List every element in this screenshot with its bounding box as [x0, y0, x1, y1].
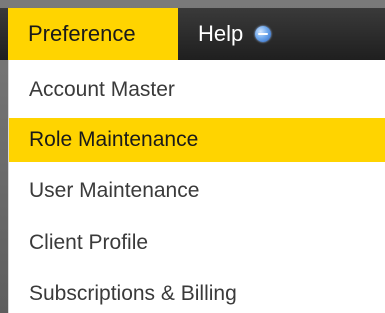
- menu-item-client-profile[interactable]: Client Profile: [9, 221, 385, 265]
- menu-item-label: Account Master: [29, 78, 175, 101]
- menu-bar: Preference Help: [0, 8, 385, 60]
- menu-window: Preference Help Account Master Role Main…: [0, 0, 385, 313]
- help-badge-icon: [255, 26, 272, 42]
- menu-item-role-maintenance[interactable]: Role Maintenance: [9, 118, 385, 162]
- menu-item-label: Role Maintenance: [29, 128, 199, 151]
- preference-dropdown-menu: Account Master Role Maintenance User Mai…: [8, 60, 385, 313]
- menu-tab-help-label: Help: [198, 21, 244, 46]
- menu-item-label: Subscriptions & Billing: [29, 282, 237, 305]
- menu-tab-help[interactable]: Help: [178, 8, 385, 60]
- menu-tab-preference-label: Preference: [28, 21, 136, 46]
- menu-item-label: Client Profile: [29, 231, 149, 254]
- menu-tab-preference[interactable]: Preference: [8, 8, 178, 60]
- menu-item-account-master[interactable]: Account Master: [9, 68, 385, 112]
- menu-item-user-maintenance[interactable]: User Maintenance: [9, 169, 385, 213]
- menu-item-subscriptions-billing[interactable]: Subscriptions & Billing: [9, 272, 385, 313]
- menu-item-label: User Maintenance: [29, 179, 200, 202]
